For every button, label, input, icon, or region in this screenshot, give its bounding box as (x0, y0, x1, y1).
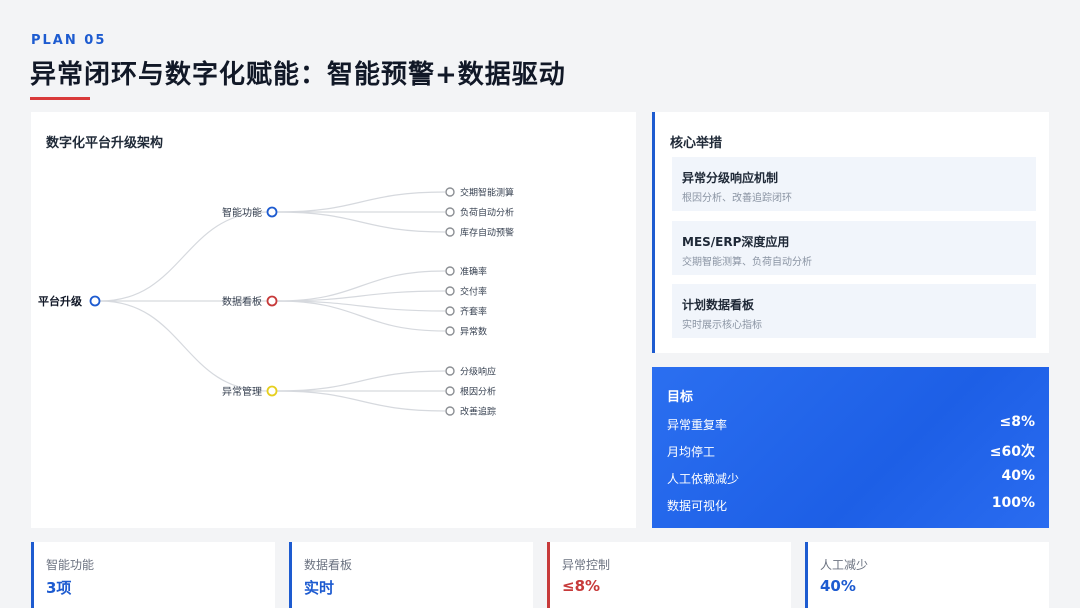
leaf-connector (276, 370, 446, 392)
stat-value: ≤8% (562, 577, 601, 595)
branch-node-circle (266, 295, 278, 307)
goal-row: 人工依赖减少 40% (667, 468, 1035, 488)
leaf-node-circle (445, 366, 455, 376)
stat-card-labor-reduction: 人工减少 40% (805, 542, 1049, 608)
leaf-node-label: 负荷自动分析 (460, 207, 514, 219)
stat-card-smart-functions: 智能功能 3项 (31, 542, 275, 608)
goal-label: 异常重复率 (667, 418, 728, 432)
leaf-node-label: 改善追踪 (460, 406, 496, 418)
branch-node-circle (266, 385, 278, 397)
leaf-node-circle (445, 386, 455, 396)
goal-value: ≤60次 (989, 444, 1035, 460)
stat-label: 人工减少 (820, 558, 869, 572)
measure-title: 计划数据看板 (682, 298, 755, 312)
measures-panel: 核心举措 异常分级响应机制 根因分析、改善追踪闭环 MES/ERP深度应用 交期… (652, 112, 1049, 353)
goal-value: 100% (991, 495, 1035, 511)
goal-label: 数据可视化 (667, 499, 728, 513)
branch-connector (99, 211, 268, 302)
leaf-node-circle (445, 227, 455, 237)
goal-value: 40% (1001, 468, 1035, 484)
measure-card: 异常分级响应机制 根因分析、改善追踪闭环 (672, 157, 1036, 211)
leaf-node-circle (445, 406, 455, 416)
leaf-node-circle (445, 286, 455, 296)
branch-node-label: 异常管理 (222, 385, 262, 398)
measure-card: 计划数据看板 实时展示核心指标 (672, 284, 1036, 338)
measure-subtitle: 实时展示核心指标 (682, 320, 762, 331)
measure-card: MES/ERP深度应用 交期智能测算、负荷自动分析 (672, 221, 1036, 275)
goal-row: 月均停工 ≤60次 (667, 441, 1035, 461)
stat-card-exception-control: 异常控制 ≤8% (547, 542, 791, 608)
leaf-node-label: 交期智能测算 (460, 187, 514, 199)
goals-title: 目标 (667, 390, 694, 405)
branch-node-circle (266, 206, 278, 218)
title-underline (30, 97, 90, 100)
architecture-diagram: 平台升级 交期智能测算负荷自动分析库存自动预警 智能功能准确率交付率齐套率异常数 数据… (38, 187, 514, 418)
leaf-node-label: 准确率 (460, 266, 487, 278)
stat-card-data-dashboard: 数据看板 实时 (289, 542, 533, 608)
leaf-node-label: 异常数 (460, 326, 487, 338)
branch-connector (99, 300, 268, 392)
branch-node-label: 数据看板 (222, 295, 262, 308)
goal-label: 月均停工 (667, 445, 716, 459)
stat-label: 数据看板 (304, 558, 353, 572)
stat-label: 智能功能 (46, 558, 95, 572)
leaf-connector (276, 191, 446, 213)
root-node-label: 平台升级 (38, 294, 83, 308)
plan-label: PLAN 05 (31, 33, 107, 48)
measure-title: MES/ERP深度应用 (682, 235, 790, 249)
goal-label: 人工依赖减少 (667, 472, 740, 486)
leaf-node-label: 分级响应 (460, 366, 496, 378)
leaf-node-label: 齐套率 (460, 306, 487, 318)
leaf-node-circle (445, 187, 455, 197)
measure-subtitle: 根因分析、改善追踪闭环 (682, 193, 792, 204)
goal-row: 异常重复率 ≤8% (667, 414, 1035, 434)
architecture-panel: 数字化平台升级架构 平台升级 交期智能测算 负荷自动分析 库存自动预警 智能功能 准确率交… (31, 112, 636, 528)
stat-value: 40% (820, 577, 856, 595)
stat-value: 实时 (304, 579, 335, 597)
leaf-node-circle (445, 266, 455, 276)
stat-value: 3项 (46, 579, 72, 597)
measure-title: 异常分级响应机制 (682, 171, 779, 185)
root-node-circle (89, 295, 101, 307)
page-title: 异常闭环与数字化赋能：智能预警+数据驱动 (30, 60, 566, 90)
branch-node-label: 智能功能 (222, 206, 262, 219)
leaf-node-circle (445, 326, 455, 336)
leaf-node-label: 库存自动预警 (460, 227, 514, 239)
leaf-connector (276, 390, 446, 412)
goals-panel: 目标 异常重复率 ≤8% 月均停工 ≤60次 人工依赖减少 40% 数据可视化 … (652, 367, 1049, 528)
leaf-node-label: 根因分析 (460, 386, 496, 398)
measure-subtitle: 交期智能测算、负荷自动分析 (682, 257, 812, 268)
leaf-node-label: 交付率 (460, 286, 487, 298)
goal-row: 数据可视化 100% (667, 495, 1035, 515)
leaf-connector (276, 211, 446, 233)
leaf-node-circle (445, 306, 455, 316)
measures-title: 核心举措 (670, 136, 723, 151)
stat-label: 异常控制 (562, 558, 611, 572)
leaf-node-circle (445, 207, 455, 217)
goal-value: ≤8% (999, 414, 1036, 430)
